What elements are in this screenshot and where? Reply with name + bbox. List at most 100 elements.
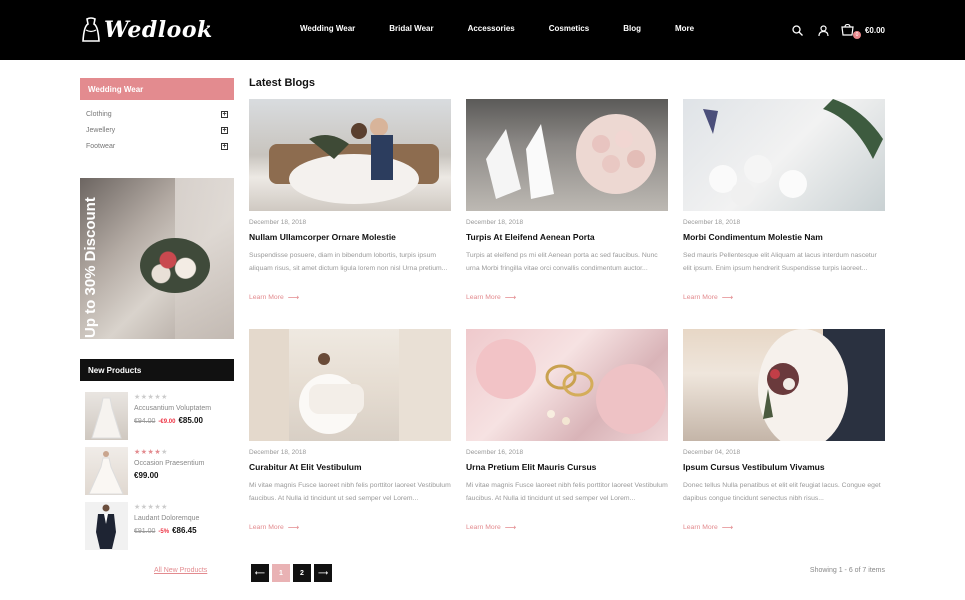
arrow-right-icon: ⟶ [504,293,517,302]
discount: -€9.00 [158,419,176,425]
product-name[interactable]: Laudant Doloremque [134,515,199,522]
old-price: €91.00 [134,528,156,535]
user-icon[interactable] [817,23,831,37]
post-excerpt: Mi vitae magnis Fusce laoreet nibh felis… [249,482,451,502]
post-excerpt: Turpis at eleifend ps mi elit Aenean por… [466,252,658,272]
read-more-label: Learn More [466,294,501,301]
category-list: Clothing + Jewellery + Footwear + [80,106,234,154]
nav-accessories[interactable]: Accessories [468,24,515,33]
read-more-link[interactable]: Learn More ⟶ [466,293,668,302]
post-date: December 18, 2018 [249,219,307,226]
new-products-list: ★★★★★ Accusantium Voluptatem €94.00 -€9.… [85,392,235,557]
read-more-label: Learn More [249,294,284,301]
post-title[interactable]: Curabitur At Elit Vestibulum [249,462,451,474]
product-thumbnail[interactable] [85,447,128,495]
arrow-right-icon: ⟶ [287,523,300,532]
discount: -5% [158,529,170,535]
search-icon[interactable] [791,23,805,37]
blog-card: December 18, 2018 Curabitur At Elit Vest… [249,329,451,532]
post-date: December 18, 2018 [466,219,524,226]
read-more-link[interactable]: Learn More ⟶ [683,523,885,532]
cart-total[interactable]: €0.00 [865,26,885,35]
arrow-right-icon: ⟶ [721,523,734,532]
expand-plus-icon[interactable]: + [221,142,228,150]
product-item[interactable]: ★★★★★ Laudant Doloremque €91.00 -5% €86.… [85,502,235,557]
category-block-title: Wedding Wear [80,78,234,100]
cart-icon[interactable]: 0 [841,23,861,39]
category-item-jewellery[interactable]: Jewellery + [80,122,234,138]
nav-blog[interactable]: Blog [623,24,641,33]
blog-card: December 16, 2018 Urna Pretium Elit Maur… [466,329,668,532]
read-more-link[interactable]: Learn More ⟶ [683,293,885,302]
blog-image[interactable] [466,99,668,211]
post-date: December 04, 2018 [683,449,741,456]
discount-banner[interactable]: Up to 30% Discount [80,178,234,339]
blog-card: December 18, 2018 Nullam Ullamcorper Orn… [249,99,451,302]
brand-logo[interactable]: Wedlook [80,16,213,44]
all-new-products-link[interactable]: All New Products [154,567,207,574]
rating-stars: ★★★★★ [134,449,168,456]
main-nav: Wedding Wear Bridal Wear Accessories Cos… [300,24,694,33]
nav-more[interactable]: More [675,24,694,33]
post-date: December 18, 2018 [249,449,307,456]
category-label: Footwear [86,142,116,150]
blog-image[interactable] [466,329,668,441]
site-header: Wedlook Wedding Wear Bridal Wear Accesso… [0,0,965,60]
brand-name: Wedlook [104,17,213,43]
product-name[interactable]: Accusantium Voluptatem [134,405,211,412]
pagination: ⟵ 1 2 ⟶ [251,564,335,582]
old-price: €94.00 [134,418,156,425]
read-more-link[interactable]: Learn More ⟶ [466,523,668,532]
read-more-label: Learn More [466,524,501,531]
post-title[interactable]: Nullam Ullamcorper Ornare Molestie [249,232,451,244]
price: €86.45 [172,526,197,535]
price: €85.00 [178,416,203,425]
nav-cosmetics[interactable]: Cosmetics [549,24,589,33]
header-actions: 0 €0.00 [779,23,885,39]
blog-image[interactable] [683,329,885,441]
blog-image[interactable] [683,99,885,211]
blog-image[interactable] [249,329,451,441]
arrow-right-icon: ⟶ [504,523,517,532]
page-2-button[interactable]: 2 [293,564,311,582]
blog-card: December 18, 2018 Morbi Condimentum Mole… [683,99,885,302]
new-products-title: New Products [80,359,234,381]
product-item[interactable]: ★★★★★ Accusantium Voluptatem €94.00 -€9.… [85,392,235,447]
read-more-label: Learn More [683,524,718,531]
banner-text: Up to 30% Discount [82,197,99,338]
bouquet-image [140,238,210,293]
blog-card: December 18, 2018 Turpis At Eleifend Aen… [466,99,668,302]
page-1-button[interactable]: 1 [272,564,290,582]
read-more-link[interactable]: Learn More ⟶ [249,293,451,302]
blog-image[interactable] [249,99,451,211]
category-label: Clothing [86,110,112,118]
expand-plus-icon[interactable]: + [221,110,228,118]
post-title[interactable]: Ipsum Cursus Vestibulum Vivamus [683,462,885,474]
post-title[interactable]: Urna Pretium Elit Mauris Cursus [466,462,668,474]
post-title[interactable]: Turpis At Eleifend Aenean Porta [466,232,668,244]
post-date: December 18, 2018 [683,219,741,226]
blog-card: December 04, 2018 Ipsum Cursus Vestibulu… [683,329,885,532]
nav-bridal-wear[interactable]: Bridal Wear [389,24,433,33]
category-label: Jewellery [86,126,116,134]
next-page-button[interactable]: ⟶ [314,564,332,582]
read-more-link[interactable]: Learn More ⟶ [249,523,451,532]
product-item[interactable]: ★★★★★ Occasion Praesentium €99.00 [85,447,235,502]
category-item-clothing[interactable]: Clothing + [80,106,234,122]
post-title[interactable]: Morbi Condimentum Molestie Nam [683,232,885,244]
category-item-footwear[interactable]: Footwear + [80,138,234,154]
product-name[interactable]: Occasion Praesentium [134,460,204,467]
product-thumbnail[interactable] [85,392,128,440]
results-count: Showing 1 - 6 of 7 items [809,567,885,574]
prev-page-button[interactable]: ⟵ [251,564,269,582]
post-date: December 16, 2018 [466,449,524,456]
rating-stars: ★★★★★ [134,504,168,511]
nav-wedding-wear[interactable]: Wedding Wear [300,24,355,33]
rating-stars: ★★★★★ [134,394,168,401]
post-excerpt: Suspendisse posuere, diam in bibendum lo… [249,252,448,272]
page-title: Latest Blogs [249,77,316,89]
product-thumbnail[interactable] [85,502,128,550]
price: €99.00 [134,471,159,480]
expand-plus-icon[interactable]: + [221,126,228,134]
read-more-label: Learn More [683,294,718,301]
